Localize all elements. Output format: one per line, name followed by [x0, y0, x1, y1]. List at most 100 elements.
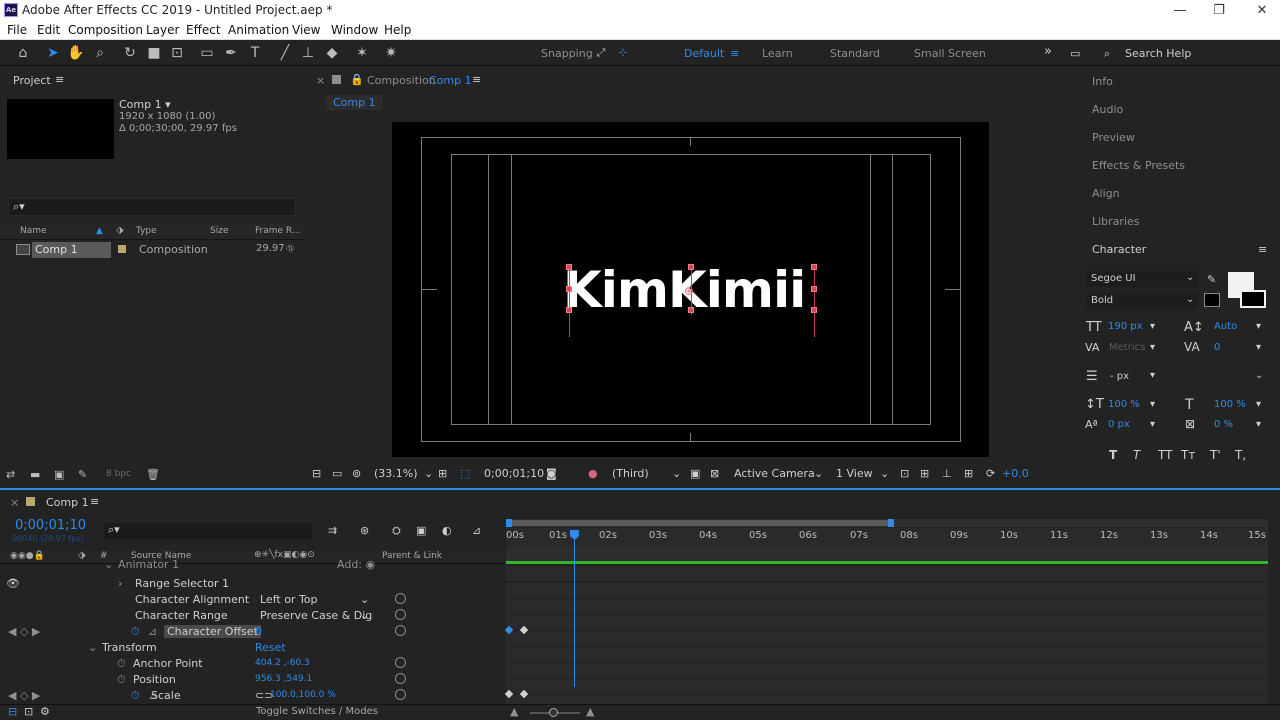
- effects-presets-panel-tab[interactable]: Effects & Presets: [1092, 159, 1185, 172]
- panel-menu-icon[interactable]: ≡: [472, 73, 481, 86]
- composition-tab-name[interactable]: Comp 1: [429, 74, 472, 87]
- expression-pickwhip-icon[interactable]: [395, 673, 406, 684]
- project-tab[interactable]: Project: [13, 74, 51, 87]
- stroke-swatch[interactable]: [1240, 290, 1266, 308]
- position-value[interactable]: 956.3 ,549.1: [255, 674, 312, 684]
- transform-handle[interactable]: [566, 286, 572, 292]
- project-search-input[interactable]: ⌕▾: [8, 198, 296, 216]
- puppet-tool-icon[interactable]: ✷: [382, 44, 400, 62]
- project-comp-name[interactable]: Comp 1 ▾: [119, 98, 171, 111]
- search-help-input[interactable]: Search Help: [1125, 47, 1191, 60]
- expand-arrow-icon[interactable]: ›: [118, 577, 122, 590]
- chevron-down-icon[interactable]: ⌄: [672, 467, 681, 480]
- color-channel-icon[interactable]: ●: [588, 467, 598, 480]
- work-area-range[interactable]: [506, 520, 892, 526]
- menu-file[interactable]: File: [7, 23, 27, 37]
- timeline-timecode[interactable]: 0;00;01;10: [15, 518, 86, 533]
- menu-view[interactable]: View: [292, 23, 320, 37]
- zoom-out-icon[interactable]: ▲: [510, 705, 518, 718]
- project-item-row[interactable]: Comp 1 Composition 29.97 ⛗: [14, 242, 298, 258]
- expression-pickwhip-icon[interactable]: [395, 593, 406, 604]
- timeline-row[interactable]: ⌄ Transform Reset: [0, 640, 504, 656]
- transparency-grid-icon[interactable]: ⊠: [710, 467, 719, 480]
- kerning-value[interactable]: Metrics: [1109, 342, 1145, 353]
- comp-mini-flowchart-icon[interactable]: ⊟: [8, 705, 17, 718]
- brush-tool-icon[interactable]: ╱: [276, 44, 294, 62]
- workspace-menu-icon[interactable]: ≡: [730, 47, 739, 60]
- layer-duration-bar[interactable]: [506, 561, 1268, 564]
- horizontal-scale-value[interactable]: 100 %: [1214, 399, 1246, 410]
- faux-italic-button[interactable]: T: [1133, 448, 1140, 462]
- fast-preview-icon[interactable]: ⊞: [920, 467, 929, 480]
- type-tool-icon[interactable]: T: [246, 44, 264, 62]
- edit-icon[interactable]: ✎: [78, 468, 87, 481]
- new-folder-icon[interactable]: ▬: [30, 468, 40, 481]
- expand-arrow-icon[interactable]: ⌄: [88, 641, 97, 654]
- column-size[interactable]: Size: [210, 226, 228, 236]
- timeline-row[interactable]: Character Alignment Left or Top ⌄: [0, 592, 504, 608]
- roto-brush-tool-icon[interactable]: ✶: [353, 44, 371, 62]
- viewer-timecode[interactable]: 0;00;01;10: [484, 467, 544, 480]
- menu-animation[interactable]: Animation: [228, 23, 289, 37]
- chevron-down-icon[interactable]: ▾: [1256, 342, 1261, 353]
- trash-icon[interactable]: 🗑: [146, 468, 160, 481]
- animator-add-menu[interactable]: Add: ◉: [337, 558, 375, 571]
- timeline-row[interactable]: ⏱ Anchor Point 404.2 ,-60.3: [0, 656, 504, 672]
- composition-tab-prefix[interactable]: Composition: [367, 74, 436, 87]
- chevron-down-icon[interactable]: ▾: [1256, 419, 1261, 430]
- menu-window[interactable]: Window: [331, 23, 378, 37]
- layer-switches-icons[interactable]: ⊕✳╲fx▣◐◉⊙: [254, 550, 315, 560]
- grid-icon[interactable]: ⊞: [438, 467, 447, 480]
- font-style-dropdown[interactable]: Bold ⌄: [1086, 293, 1198, 309]
- chevron-down-icon[interactable]: ▾: [1150, 321, 1155, 332]
- eye-icon[interactable]: 👁: [6, 577, 20, 590]
- timeline-row[interactable]: ◀ ◇ ▶ ⏱ ⊿ Scale ⊂⊃ 100.0,100.0 %: [0, 688, 504, 704]
- toggle-switches-modes-button[interactable]: Toggle Switches / Modes: [256, 706, 378, 717]
- clone-stamp-tool-icon[interactable]: ⊥: [299, 44, 317, 62]
- keyframe-nav-icon[interactable]: ◀ ◇ ▶: [8, 625, 40, 638]
- chevron-down-icon[interactable]: ▾: [1256, 399, 1261, 410]
- expression-pickwhip-icon[interactable]: [395, 625, 406, 636]
- render-time-icon[interactable]: ⚙: [40, 705, 50, 718]
- superscript-button[interactable]: T': [1210, 448, 1221, 462]
- timeline-row[interactable]: ⌄ Animator 1 Add: ◉: [0, 558, 504, 576]
- workspace-default[interactable]: Default: [684, 47, 724, 60]
- timeline-row[interactable]: ◀ ◇ ▶ ⏱ ⊿ Character Offset 0: [0, 624, 504, 640]
- workspace-standard[interactable]: Standard: [830, 47, 880, 60]
- panel-menu-icon[interactable]: ≡: [1258, 243, 1267, 256]
- toggle-panel-icon[interactable]: ⊡: [24, 705, 33, 718]
- maximize-button[interactable]: ❐: [1197, 0, 1241, 22]
- stopwatch-icon[interactable]: ⏱: [117, 657, 126, 671]
- exposure-value[interactable]: +0.0: [1002, 467, 1029, 480]
- timeline-row[interactable]: Character Range Preserve Case & Dig ⌄: [0, 608, 504, 624]
- audio-panel-tab[interactable]: Audio: [1092, 103, 1123, 116]
- timeline-search-input[interactable]: ⌕▾: [104, 523, 312, 539]
- transform-handle[interactable]: [566, 264, 572, 270]
- graph-icon[interactable]: ⊿: [148, 625, 157, 638]
- work-area-end-handle[interactable]: [888, 519, 894, 527]
- roi-icon[interactable]: ▣: [690, 467, 700, 480]
- comp-breadcrumb[interactable]: Comp 1: [326, 95, 383, 110]
- menu-help[interactable]: Help: [384, 23, 411, 37]
- comp-flowchart-icon[interactable]: ⇉: [328, 524, 337, 537]
- character-range-dropdown[interactable]: Preserve Case & Dig: [260, 609, 372, 622]
- stopwatch-icon[interactable]: ⏱: [117, 673, 126, 687]
- menu-edit[interactable]: Edit: [37, 23, 60, 37]
- menu-effect[interactable]: Effect: [186, 23, 221, 37]
- stopwatch-icon[interactable]: ⏱: [131, 689, 140, 703]
- chevron-down-icon[interactable]: ▾: [1150, 419, 1155, 430]
- zoom-in-icon[interactable]: ▲: [586, 705, 594, 718]
- region-icon[interactable]: ⬚: [460, 467, 470, 480]
- transform-reset-link[interactable]: Reset: [255, 641, 286, 654]
- menu-composition[interactable]: Composition: [68, 23, 143, 37]
- snapshot-icon[interactable]: ◙: [546, 467, 557, 480]
- sync-settings-icon[interactable]: ▭: [1070, 47, 1080, 60]
- minimize-button[interactable]: —: [1158, 0, 1202, 22]
- timeline-icon[interactable]: ⊥: [942, 467, 952, 480]
- work-area-start-handle[interactable]: [506, 519, 512, 527]
- tracking-value[interactable]: 0: [1214, 342, 1220, 353]
- zoom-tool-icon[interactable]: ⌕: [91, 44, 109, 62]
- column-type[interactable]: Type: [136, 226, 157, 236]
- project-item-name[interactable]: Comp 1: [32, 242, 111, 258]
- toggle-pixel-icon[interactable]: ⊡: [900, 467, 909, 480]
